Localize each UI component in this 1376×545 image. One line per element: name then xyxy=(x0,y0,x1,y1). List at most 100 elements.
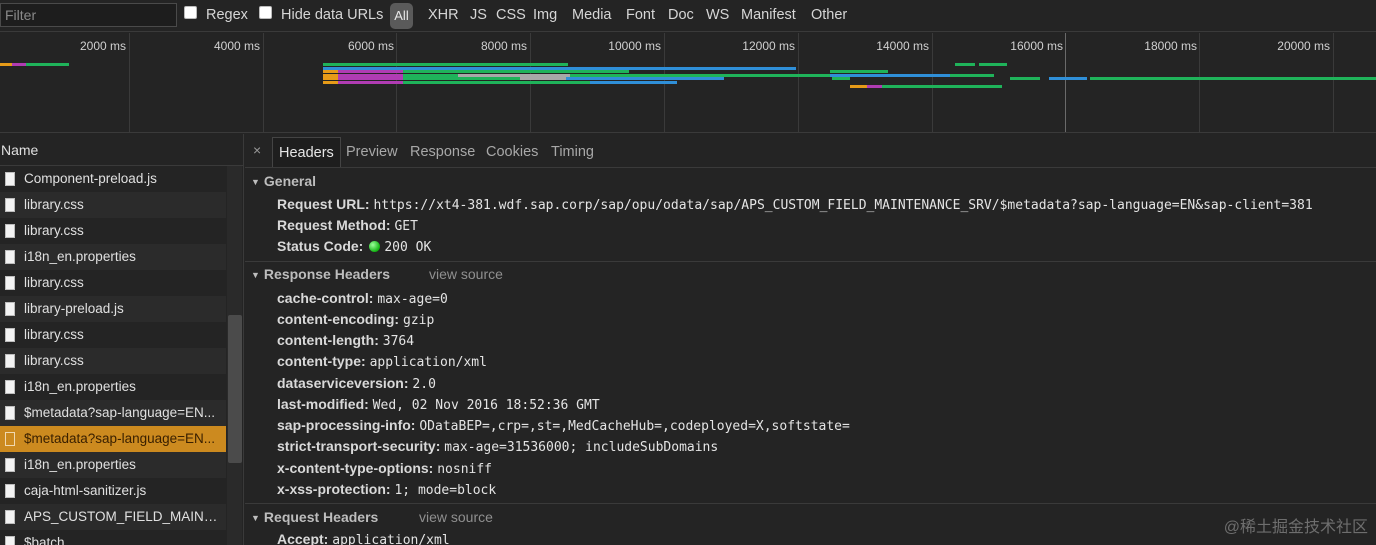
header-key: sap-processing-info: xyxy=(277,417,416,433)
hide-data-urls-checkbox[interactable] xyxy=(259,6,272,19)
timeline-bar xyxy=(323,63,568,66)
timeline-bar xyxy=(403,70,629,73)
tab-cookies[interactable]: Cookies xyxy=(486,137,538,167)
filter-css-button[interactable]: CSS xyxy=(496,7,526,23)
filter-img-button[interactable]: Img xyxy=(533,7,557,23)
timeline-tick-label: 18000 ms xyxy=(1144,39,1197,53)
file-icon xyxy=(5,328,15,342)
response-view-source-link[interactable]: view source xyxy=(429,266,503,282)
filter-media-button[interactable]: Media xyxy=(572,7,612,23)
request-row[interactable]: library.css xyxy=(0,218,226,244)
file-icon xyxy=(5,224,15,238)
request-row[interactable]: $metadata?sap-language=EN... xyxy=(0,400,226,426)
header-value: 3764 xyxy=(382,334,415,349)
response-header-row: strict-transport-security: max-age=31536… xyxy=(277,438,718,455)
general-section-toggle[interactable]: ▼ General xyxy=(251,173,316,189)
header-key: content-length: xyxy=(277,332,379,348)
request-row-selected[interactable]: $metadata?sap-language=EN... xyxy=(0,426,226,452)
timeline-bar xyxy=(867,85,882,88)
request-row[interactable]: caja-html-sanitizer.js xyxy=(0,478,226,504)
request-row[interactable]: Component-preload.js xyxy=(0,166,226,192)
header-value: Wed, 02 Nov 2016 18:52:36 GMT xyxy=(372,398,600,413)
tab-preview[interactable]: Preview xyxy=(346,137,398,167)
timeline-tick-label: 6000 ms xyxy=(347,39,394,53)
response-header-row: x-content-type-options: nosniff xyxy=(277,460,492,477)
timeline-bar xyxy=(520,77,566,80)
tab-response[interactable]: Response xyxy=(410,137,475,167)
regex-checkbox[interactable] xyxy=(184,6,197,19)
timeline-bar xyxy=(12,63,26,66)
response-header-row: sap-processing-info: ODataBEP=,crp=,st=,… xyxy=(277,417,850,434)
name-column-header[interactable]: Name xyxy=(0,134,243,166)
list-scrollbar-thumb[interactable] xyxy=(228,315,242,463)
request-method-row: Request Method: GET xyxy=(277,217,418,234)
timeline-bar xyxy=(338,81,403,84)
filter-xhr-button[interactable]: XHR xyxy=(428,7,459,23)
request-row[interactable]: library.css xyxy=(0,192,226,218)
filter-font-button[interactable]: Font xyxy=(626,7,655,23)
request-row[interactable]: library-preload.js xyxy=(0,296,226,322)
request-name: library.css xyxy=(24,223,84,238)
request-view-source-link[interactable]: view source xyxy=(419,509,493,525)
hide-data-urls-label: Hide data URLs xyxy=(281,7,384,23)
request-header-row: Accept: application/xml xyxy=(277,531,450,545)
request-row[interactable]: i18n_en.properties xyxy=(0,244,226,270)
request-name: library.css xyxy=(24,197,84,212)
request-row[interactable]: i18n_en.properties xyxy=(0,374,226,400)
timeline-bar xyxy=(323,77,338,80)
timeline-tick-label: 2000 ms xyxy=(79,39,126,53)
timeline-bar xyxy=(26,63,69,66)
request-row[interactable]: APS_CUSTOM_FIELD_MAINTE... xyxy=(0,504,226,530)
timeline-bar xyxy=(323,70,338,73)
request-row[interactable]: $batch xyxy=(0,530,226,545)
filter-js-button[interactable]: JS xyxy=(470,7,487,23)
timeline-gridline xyxy=(129,33,130,132)
network-overview-timeline[interactable]: 2000 ms 4000 ms 6000 ms 8000 ms 10000 ms… xyxy=(0,33,1376,133)
filter-doc-button[interactable]: Doc xyxy=(668,7,694,23)
general-section-title: General xyxy=(263,173,317,189)
request-row[interactable]: library.css xyxy=(0,322,226,348)
file-icon xyxy=(5,380,15,394)
timeline-bar xyxy=(338,77,403,80)
timeline-bar xyxy=(1010,77,1040,80)
request-name: i18n_en.properties xyxy=(24,457,136,472)
filter-other-button[interactable]: Other xyxy=(811,7,847,23)
header-value: max-age=0 xyxy=(377,292,448,307)
header-key: x-content-type-options: xyxy=(277,460,434,476)
request-row[interactable]: library.css xyxy=(0,348,226,374)
request-name: library.css xyxy=(24,275,84,290)
header-value: max-age=31536000; includeSubDomains xyxy=(444,440,719,455)
collapse-triangle-icon: ▼ xyxy=(251,270,260,280)
timeline-gridline xyxy=(263,33,264,132)
file-icon xyxy=(5,276,15,290)
header-value: application/xml xyxy=(369,355,487,370)
file-icon xyxy=(5,354,15,368)
header-key: Request Method: xyxy=(277,217,391,233)
tab-timing[interactable]: Timing xyxy=(551,137,594,167)
watermark-text: @稀土掘金技术社区 xyxy=(1223,519,1368,536)
filter-input[interactable] xyxy=(0,3,177,27)
tab-headers[interactable]: Headers xyxy=(272,137,341,167)
request-name: Component-preload.js xyxy=(24,171,157,186)
response-headers-section-toggle[interactable]: ▼ Response Headers xyxy=(251,266,390,282)
request-headers-section-toggle[interactable]: ▼ Request Headers xyxy=(251,509,378,525)
timeline-tick-label: 8000 ms xyxy=(480,39,527,53)
filter-all-button[interactable]: All xyxy=(390,3,413,29)
status-ok-icon xyxy=(369,241,381,252)
timeline-bar xyxy=(323,81,338,84)
close-icon[interactable]: × xyxy=(253,142,261,158)
request-row[interactable]: i18n_en.properties xyxy=(0,452,226,478)
header-key: last-modified: xyxy=(277,396,369,412)
header-key: dataserviceversion: xyxy=(277,375,409,391)
header-key: x-xss-protection: xyxy=(277,481,391,497)
request-row[interactable]: library.css xyxy=(0,270,226,296)
timeline-bar xyxy=(566,77,724,80)
file-icon xyxy=(5,250,15,264)
filter-ws-button[interactable]: WS xyxy=(706,7,729,23)
timeline-bar xyxy=(1049,77,1087,80)
response-header-row: dataserviceversion: 2.0 xyxy=(277,375,436,392)
timeline-tick-label: 20000 ms xyxy=(1277,39,1330,53)
filter-manifest-button[interactable]: Manifest xyxy=(741,7,796,23)
file-icon xyxy=(5,406,15,420)
timeline-bar xyxy=(882,85,1002,88)
